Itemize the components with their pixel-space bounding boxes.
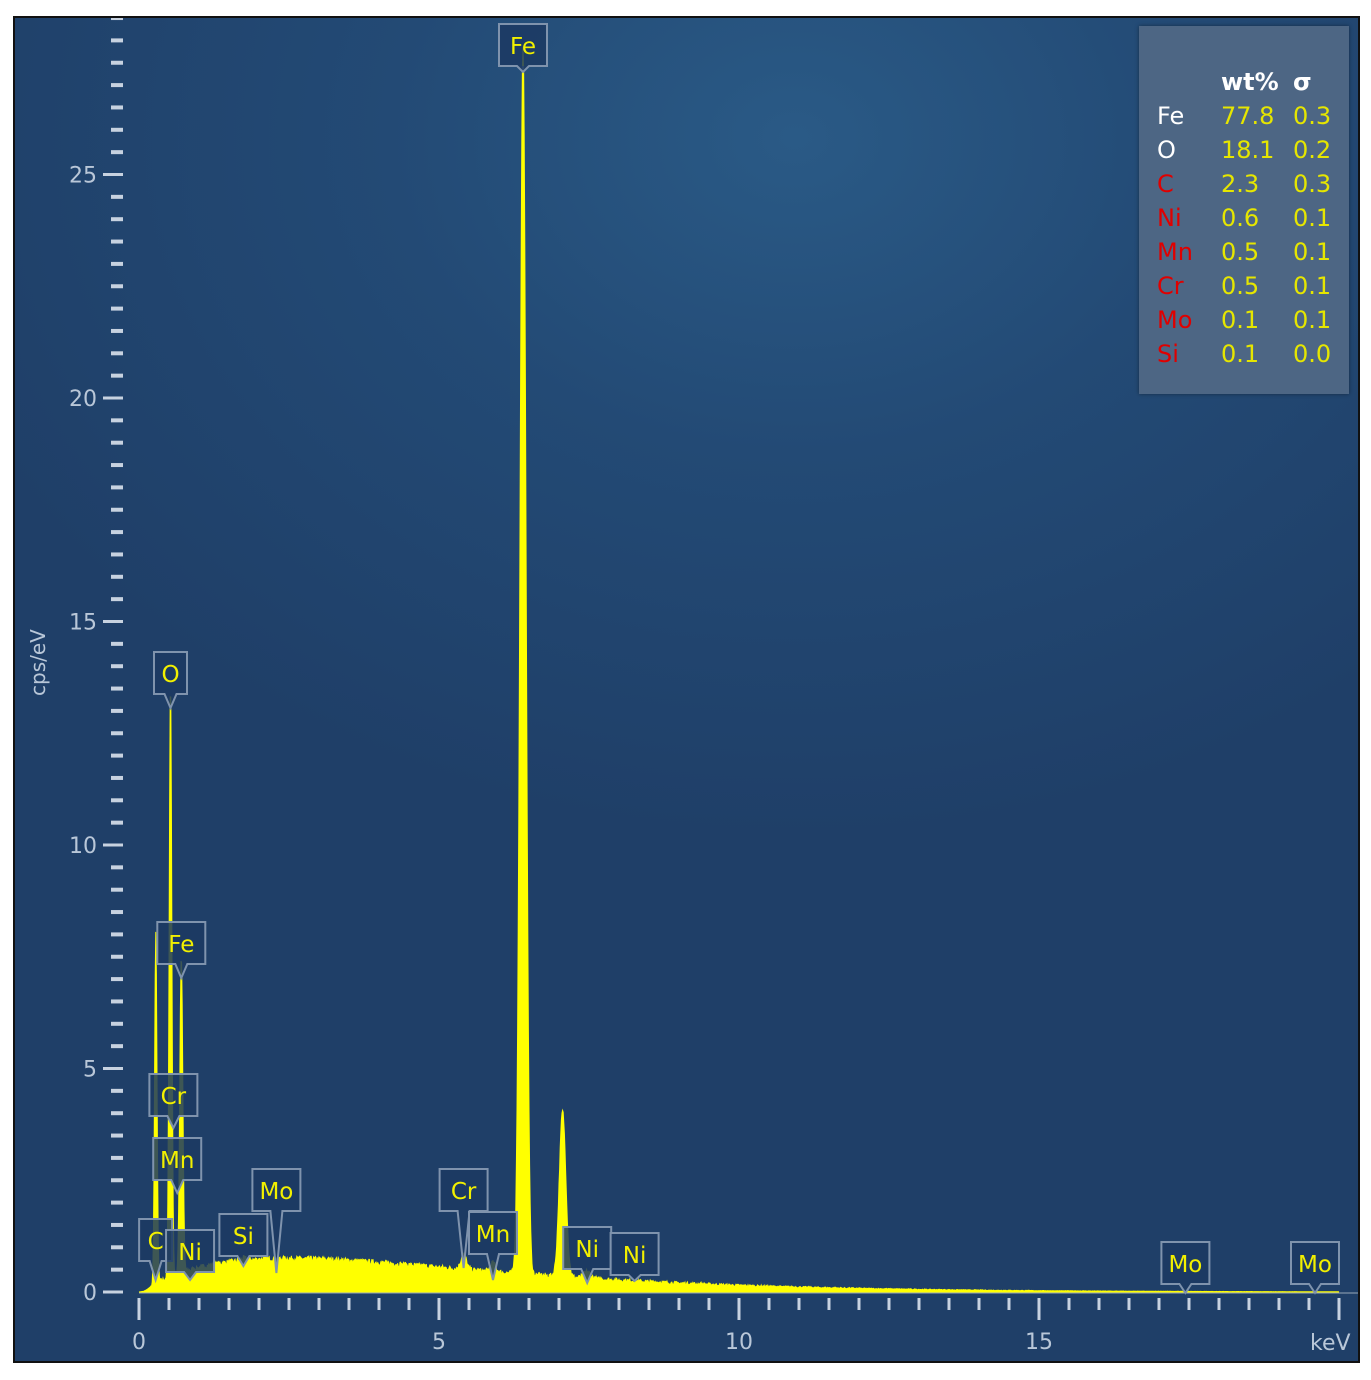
result-wt: 0.1 (1221, 340, 1260, 368)
label-text: Si (233, 1224, 254, 1250)
result-element: O (1157, 136, 1176, 164)
label-text: Mo (259, 1179, 293, 1205)
label-text: Ni (575, 1237, 599, 1263)
result-element: Mo (1157, 306, 1193, 334)
result-row: C 2.3 0.3 (1139, 170, 1349, 204)
result-sigma: 0.1 (1293, 272, 1332, 300)
result-row: Si 0.1 0.0 (1139, 340, 1349, 374)
result-row: Cr 0.5 0.1 (1139, 272, 1349, 306)
peak-label-ni[interactable]: Ni (165, 1229, 216, 1282)
x-tick-label: 10 (725, 1330, 753, 1355)
result-wt: 0.5 (1221, 272, 1260, 300)
peak-label-fe[interactable]: Fe (498, 23, 548, 74)
result-sigma: 0.1 (1293, 204, 1332, 232)
x-axis-title: keV (1310, 1331, 1351, 1356)
quant-results-table: wt% σ Fe 77.8 0.3 O 18.1 0.2 C 2.3 0.3 Ni 0.6 0.1 Mn… (1139, 26, 1349, 394)
label-text: Cr (161, 1084, 187, 1110)
x-tick-label: 0 (132, 1330, 146, 1355)
y-tick-label: 5 (83, 1058, 97, 1083)
y-tick-label: 10 (69, 834, 97, 859)
result-row: Mo 0.1 0.1 (1139, 306, 1349, 340)
label-text: Mo (1298, 1252, 1332, 1278)
peak-label-mo[interactable]: Mo (1290, 1241, 1340, 1295)
sigma-header: σ (1293, 68, 1312, 96)
label-text: Fe (510, 34, 536, 60)
result-sigma: 0.0 (1293, 340, 1332, 368)
result-wt: 0.5 (1221, 238, 1260, 266)
spectrum-plot: 0 5 10 15 20 25 0 5 10 15 Fe O Fe Cr Mn C Ni Si Mo Cr Mn Ni… (13, 16, 1360, 1363)
y-tick-label: 20 (69, 387, 97, 412)
x-tick-label: 15 (1025, 1330, 1053, 1355)
result-sigma: 0.3 (1293, 170, 1332, 198)
result-element: Mn (1157, 238, 1193, 266)
result-sigma: 0.1 (1293, 306, 1332, 334)
peak-label-mo[interactable]: Mo (1160, 1241, 1211, 1295)
results-header: wt% σ (1139, 68, 1349, 102)
label-text: Fe (168, 932, 194, 958)
label-text: Ni (178, 1240, 202, 1266)
result-sigma: 0.2 (1293, 136, 1332, 164)
x-tick-label: 5 (432, 1330, 446, 1355)
y-tick-label: 15 (69, 611, 97, 636)
label-text: Mn (160, 1148, 194, 1174)
result-wt: 0.1 (1221, 306, 1260, 334)
peak-label-o[interactable]: O (153, 651, 188, 711)
peak-label-mn[interactable]: Mn (152, 1137, 203, 1196)
result-row: Ni 0.6 0.1 (1139, 204, 1349, 238)
result-element: Cr (1157, 272, 1184, 300)
result-element: C (1157, 170, 1174, 198)
result-row: Fe 77.8 0.3 (1139, 102, 1349, 136)
result-wt: 77.8 (1221, 102, 1275, 130)
peak-label-si[interactable]: Si (218, 1213, 269, 1268)
label-text: Cr (451, 1179, 477, 1205)
wt-header: wt% (1221, 68, 1279, 96)
result-element: Si (1157, 340, 1179, 368)
peak-label-ni[interactable]: Ni (609, 1232, 660, 1283)
peak-label-mn[interactable]: Mn (468, 1211, 518, 1281)
result-element: Ni (1157, 204, 1182, 232)
peak-label-fe[interactable]: Fe (156, 921, 207, 981)
y-tick-label: 0 (83, 1281, 97, 1306)
label-text: C (148, 1229, 164, 1255)
label-text: Mn (476, 1222, 510, 1248)
label-text: Mo (1168, 1252, 1202, 1278)
result-sigma: 0.3 (1293, 102, 1332, 130)
result-wt: 2.3 (1221, 170, 1260, 198)
result-sigma: 0.1 (1293, 238, 1332, 266)
label-text: Ni (623, 1243, 647, 1269)
result-row: O 18.1 0.2 (1139, 136, 1349, 170)
result-element: Fe (1157, 102, 1185, 130)
result-row: Mn 0.5 0.1 (1139, 238, 1349, 272)
result-wt: 0.6 (1221, 204, 1260, 232)
result-wt: 18.1 (1221, 136, 1275, 164)
y-tick-label: 25 (69, 164, 97, 189)
y-axis-title: cps/eV (26, 629, 50, 696)
y-axis: 0 5 10 15 20 25 (69, 18, 123, 1306)
label-text: O (161, 662, 179, 688)
x-axis: 0 5 10 15 (132, 1292, 1358, 1355)
